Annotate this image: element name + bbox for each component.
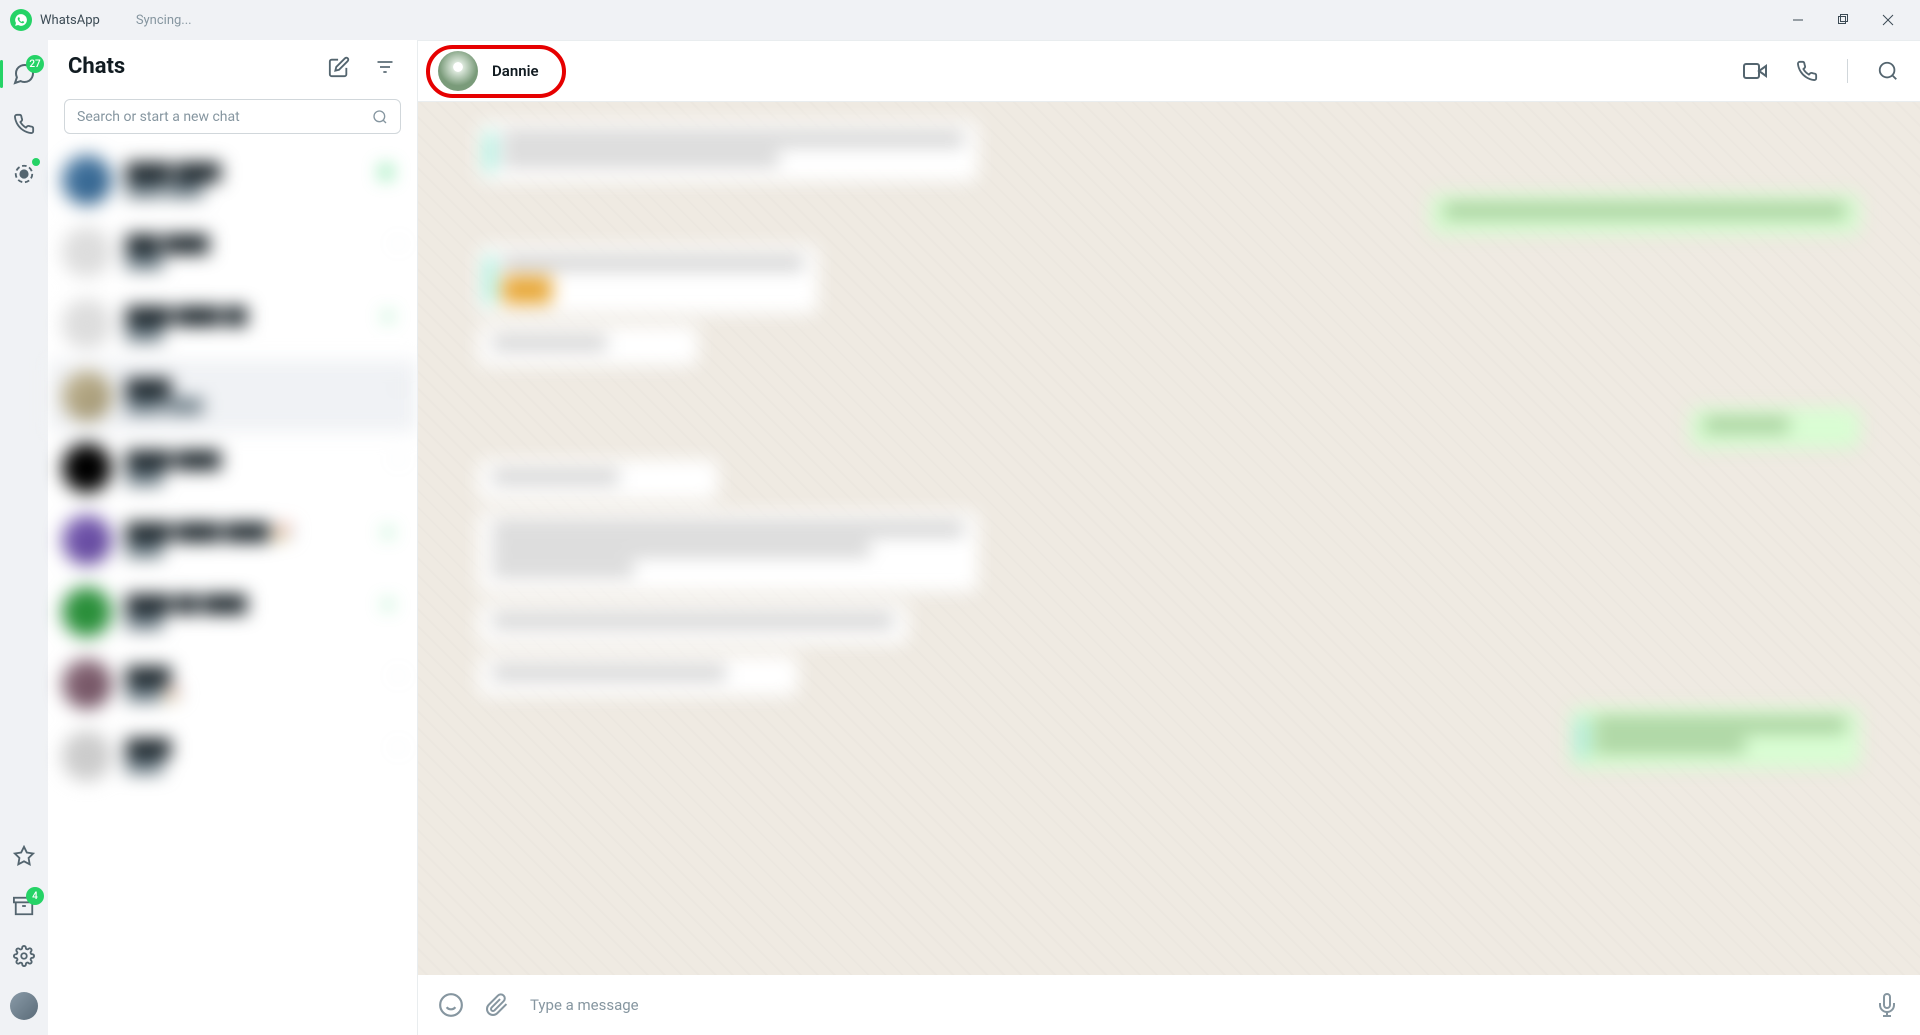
message-incoming[interactable] <box>478 326 698 366</box>
message-incoming[interactable] <box>478 122 978 182</box>
whatsapp-logo-icon <box>10 9 32 31</box>
left-rail: 27 4 <box>0 40 48 1035</box>
conv-header-icons <box>1743 59 1900 83</box>
title-bar: WhatsApp Syncing... <box>0 0 1920 40</box>
conversation-header: Dannie <box>418 40 1920 102</box>
maximize-button[interactable] <box>1820 4 1865 36</box>
list-item[interactable]: ████—████ <box>48 720 417 792</box>
list-item[interactable]: ████—████ ████ <box>48 360 417 432</box>
main-layout: 27 4 <box>0 40 1920 1035</box>
mic-icon[interactable] <box>1874 992 1900 1018</box>
archive-badge: 4 <box>26 887 44 905</box>
message-incoming[interactable] <box>478 604 908 644</box>
attach-icon[interactable] <box>484 992 510 1018</box>
minimize-button[interactable] <box>1775 4 1820 36</box>
chats-rail-icon[interactable]: 27 <box>10 60 38 88</box>
search-container <box>48 93 417 144</box>
message-incoming[interactable] <box>478 656 798 696</box>
divider <box>1847 59 1848 83</box>
list-item[interactable]: ███ ████—████ <box>48 216 417 288</box>
chat-list-panel: Chats ████ ████████ ████ ███ ████—████ <box>48 40 418 1035</box>
status-dot <box>32 158 40 166</box>
message-outgoing[interactable] <box>1690 408 1860 448</box>
conversation-panel: Dannie <box>418 40 1920 1035</box>
search-icon <box>372 109 388 125</box>
emoji-icon[interactable] <box>438 992 464 1018</box>
close-button[interactable] <box>1865 4 1910 36</box>
archive-rail-icon[interactable]: 4 <box>10 892 38 920</box>
rail-bottom: 4 <box>10 842 38 1020</box>
unread-badge: 27 <box>26 55 44 73</box>
message-incoming[interactable] <box>478 512 978 592</box>
voice-call-icon[interactable] <box>1795 59 1819 83</box>
filter-icon[interactable] <box>373 55 397 79</box>
chat-list[interactable]: ████ ████████ ████ ███ ████—████ ████ ██… <box>48 144 417 1035</box>
message-incoming[interactable] <box>478 460 718 500</box>
search-box[interactable] <box>64 99 401 134</box>
sync-status: Syncing... <box>136 13 192 28</box>
status-rail-icon[interactable] <box>10 160 38 188</box>
settings-rail-icon[interactable] <box>10 942 38 970</box>
list-item[interactable]: ████—████ 🎉 <box>48 648 417 720</box>
new-chat-icon[interactable] <box>327 55 351 79</box>
contact-avatar <box>438 51 478 91</box>
messages-area[interactable] <box>418 102 1920 975</box>
chats-header: Chats <box>48 40 417 93</box>
contact-name: Dannie <box>492 62 539 80</box>
message-incoming[interactable] <box>478 246 818 314</box>
message-outgoing[interactable] <box>1430 194 1860 234</box>
list-item[interactable]: ████ ████ ████ 🎉●████ <box>48 504 417 576</box>
message-input-bar <box>418 975 1920 1035</box>
window-controls <box>1775 4 1910 36</box>
app-name: WhatsApp <box>40 13 100 28</box>
video-call-icon[interactable] <box>1743 59 1767 83</box>
contact-info[interactable]: Dannie <box>438 51 539 91</box>
chats-title: Chats <box>68 54 125 79</box>
list-item[interactable]: ████ ████—████ <box>48 432 417 504</box>
calls-rail-icon[interactable] <box>10 110 38 138</box>
message-outgoing[interactable] <box>1570 708 1860 768</box>
message-input[interactable] <box>530 996 1854 1014</box>
list-item[interactable]: ████ ██ ████●████ <box>48 576 417 648</box>
list-item[interactable]: ████ ████████ ████ <box>48 144 417 216</box>
profile-rail-avatar[interactable] <box>10 992 38 1020</box>
starred-rail-icon[interactable] <box>10 842 38 870</box>
search-in-chat-icon[interactable] <box>1876 59 1900 83</box>
search-input[interactable] <box>77 109 372 125</box>
title-left: WhatsApp Syncing... <box>10 9 192 31</box>
chats-header-icons <box>327 55 397 79</box>
rail-top: 27 <box>10 60 38 188</box>
list-item[interactable]: ████ ████ ██●████ <box>48 288 417 360</box>
